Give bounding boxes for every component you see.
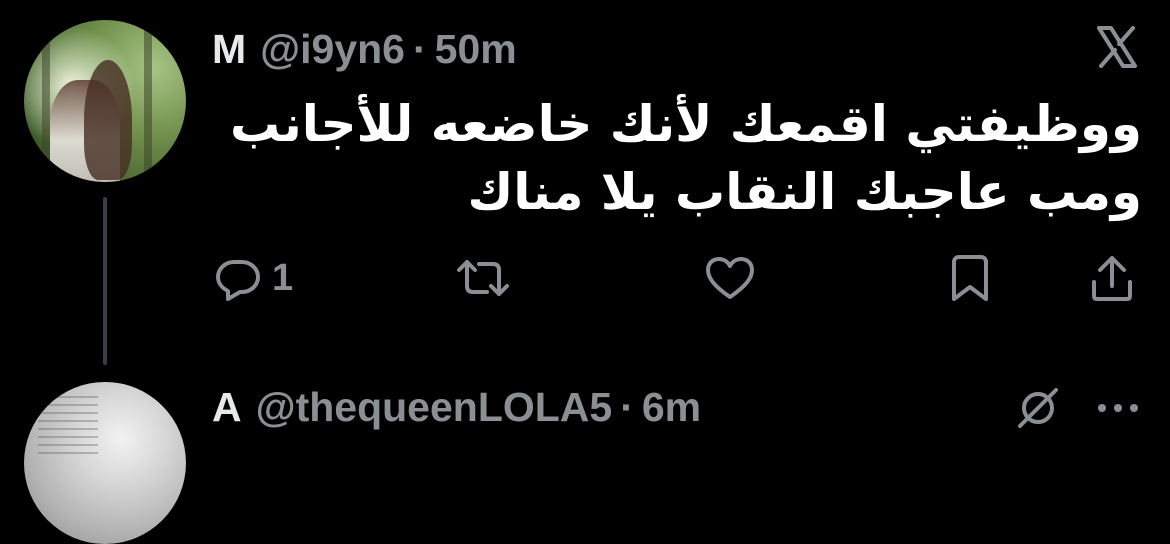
reply-author-handle[interactable]: @thequeenLOLA5 (256, 383, 613, 431)
tweet-text-line: ووظيفتي اقمعك لأنك خاضعه للأجانب (230, 95, 1142, 153)
avatar-tree-trunk (144, 20, 152, 182)
reply-button[interactable]: 1 (214, 254, 293, 302)
author-name[interactable]: M (212, 25, 246, 73)
grok-icon[interactable] (1014, 384, 1062, 432)
more-icon[interactable] (1094, 396, 1142, 420)
bookmark-button[interactable] (948, 254, 992, 302)
tweet-text-line: ومب عاجبك النقاب يلا مناك (467, 163, 1142, 221)
bookmark-icon (952, 255, 988, 301)
heart-icon (706, 257, 754, 299)
like-button[interactable] (704, 254, 756, 302)
reply-author-avatar[interactable] (24, 382, 186, 544)
header-separator: · (620, 384, 634, 430)
avatar-texture (38, 396, 98, 456)
avatar-tree-trunk (42, 20, 50, 182)
avatar-hair (84, 60, 132, 180)
reply-tweet-header: A @thequeenLOLA5 · 6m (212, 383, 701, 431)
reply-icon (216, 260, 260, 301)
reply-author-name[interactable]: A (212, 383, 242, 431)
tweet-timestamp[interactable]: 50m (435, 25, 517, 73)
author-handle[interactable]: @i9yn6 (260, 25, 405, 73)
share-icon (1092, 256, 1132, 301)
tweet-text: ووظيفتي اقمعك لأنك خاضعه للأجانب ومب عاج… (220, 90, 1142, 226)
thread-connector-line (103, 197, 107, 365)
header-separator: · (412, 26, 427, 72)
author-avatar[interactable] (24, 20, 186, 182)
reply-count: 1 (272, 256, 294, 299)
retweet-icon (457, 260, 509, 296)
x-logo-icon (1097, 26, 1137, 68)
reply-timestamp[interactable]: 6m (642, 383, 701, 431)
tweet-header: M @i9yn6 · 50m (212, 25, 517, 73)
share-button[interactable] (1088, 254, 1136, 302)
retweet-button[interactable] (455, 254, 511, 302)
